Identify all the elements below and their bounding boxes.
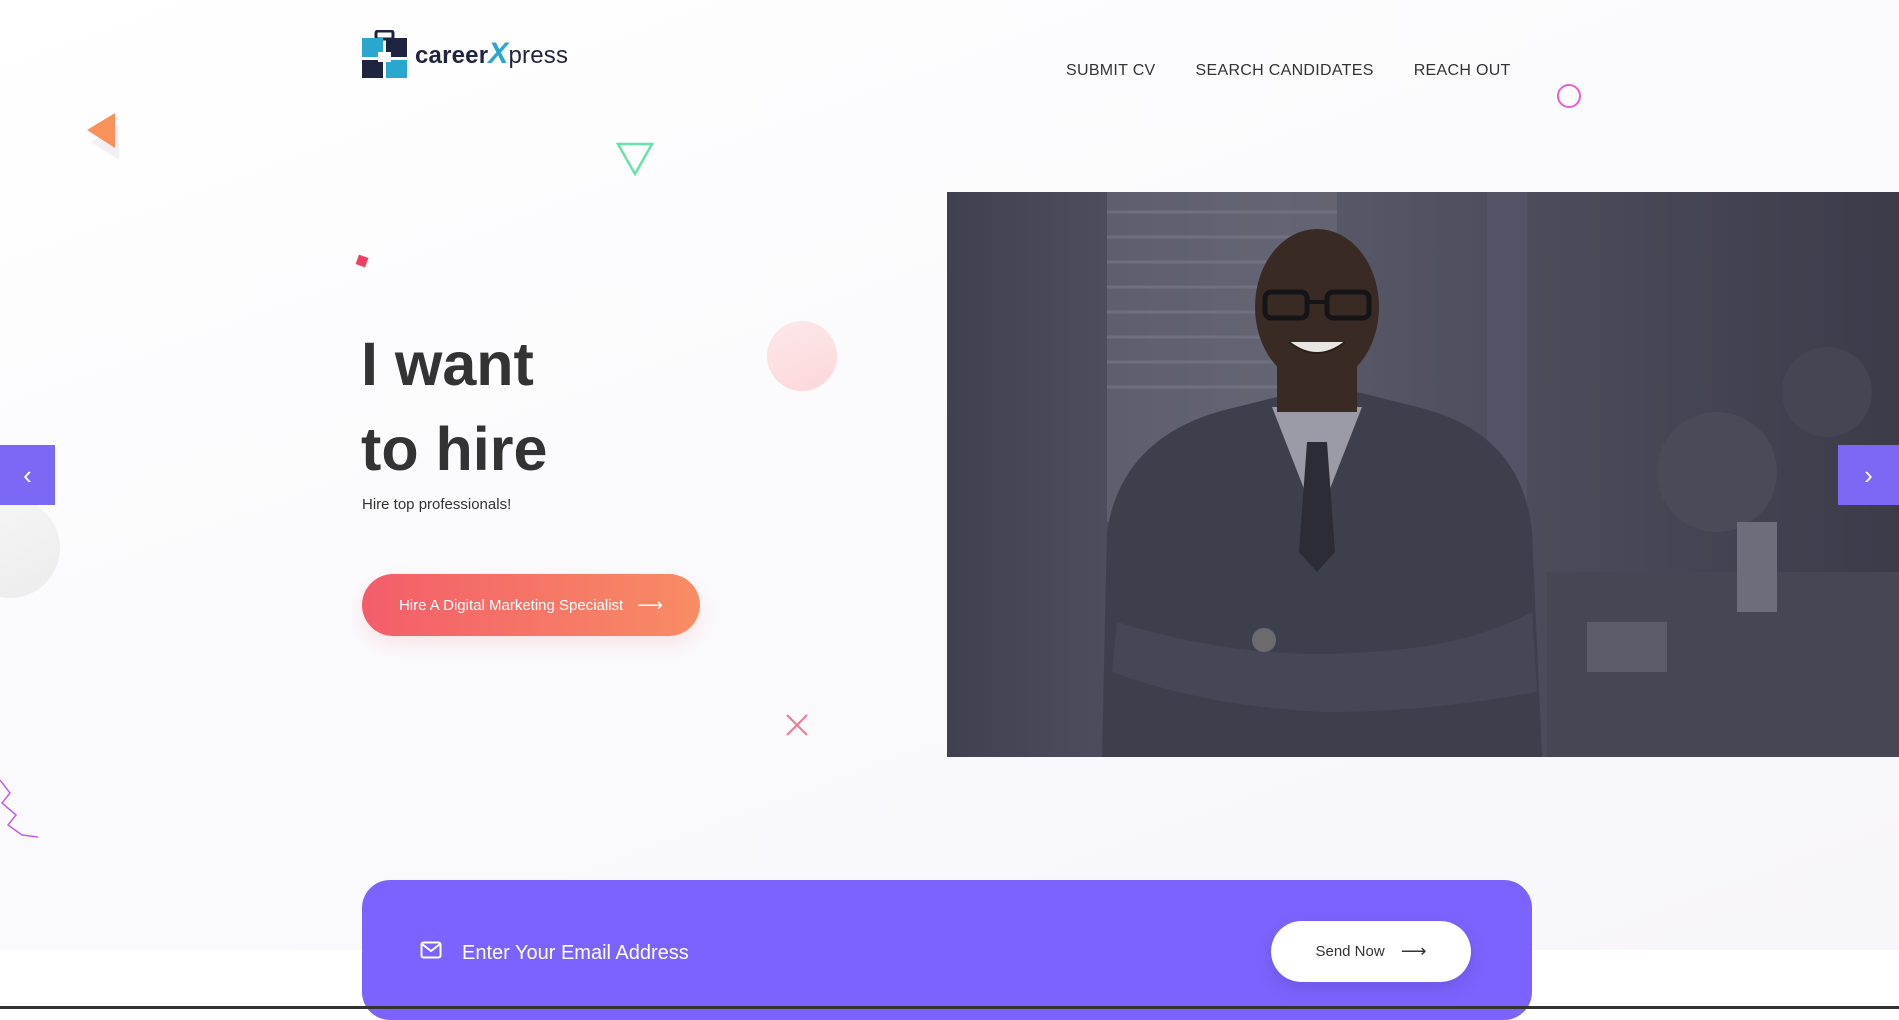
hire-specialist-button[interactable]: Hire A Digital Marketing Specialist ⟶ xyxy=(362,574,700,636)
brand-wordmark: careerXpress xyxy=(415,37,568,71)
arrow-right-icon: ⟶ xyxy=(1400,941,1427,961)
brand-name-bold: career xyxy=(415,42,489,69)
brand-name-light: press xyxy=(508,42,569,69)
businessman-photo xyxy=(947,192,1899,757)
email-input[interactable] xyxy=(460,932,1064,974)
send-now-label: Send Now xyxy=(1315,943,1385,960)
envelope-icon xyxy=(420,941,442,959)
pink-circle-decoration xyxy=(767,321,837,391)
hire-specialist-label: Hire A Digital Marketing Specialist xyxy=(398,596,624,614)
slider-next-button[interactable]: › xyxy=(1838,445,1899,505)
nav-submit-cv[interactable]: SUBMIT CV xyxy=(1066,62,1156,80)
brand-name-x: X xyxy=(488,37,509,70)
hero-subtitle: Hire top professionals! xyxy=(362,496,512,513)
chevron-right-icon: › xyxy=(1864,459,1873,490)
hero-title-line-2: to hire xyxy=(361,415,548,483)
chevron-left-icon: ‹ xyxy=(23,459,32,490)
nav-reach-out[interactable]: REACH OUT xyxy=(1414,62,1511,80)
cross-decoration xyxy=(786,714,808,736)
briefcase-logo-icon xyxy=(362,29,407,78)
hero-title-line-1: I want xyxy=(361,330,534,398)
main-nav: SUBMIT CV SEARCH CANDIDATES REACH OUT xyxy=(1066,62,1511,80)
green-triangle-decoration xyxy=(615,142,655,177)
send-now-button[interactable]: Send Now ⟶ xyxy=(1271,921,1471,982)
slider-prev-button[interactable]: ‹ xyxy=(0,445,55,505)
brand-logo[interactable]: careerXpress xyxy=(362,29,568,78)
nav-search-candidates[interactable]: SEARCH CANDIDATES xyxy=(1196,62,1374,80)
hero-photo xyxy=(947,192,1899,757)
newsletter-bar: Send Now ⟶ xyxy=(362,880,1532,1020)
orange-triangle-decoration xyxy=(87,113,119,158)
pink-ring-decoration xyxy=(1557,84,1581,108)
zigzag-decoration xyxy=(0,779,39,838)
red-diamond-decoration xyxy=(355,254,369,268)
arrow-right-icon: ⟶ xyxy=(637,594,664,615)
hero-title: I want to hire xyxy=(361,322,547,492)
